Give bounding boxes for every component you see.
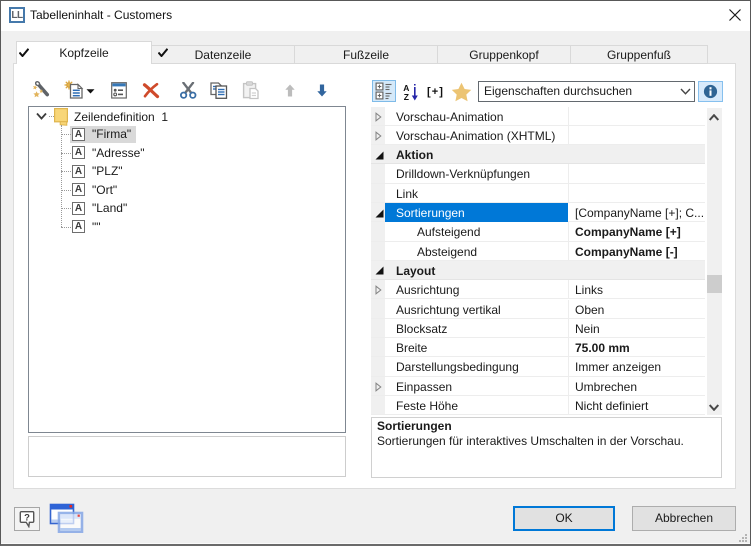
svg-text:?: ?: [24, 512, 30, 523]
svg-text:Z: Z: [404, 92, 409, 102]
